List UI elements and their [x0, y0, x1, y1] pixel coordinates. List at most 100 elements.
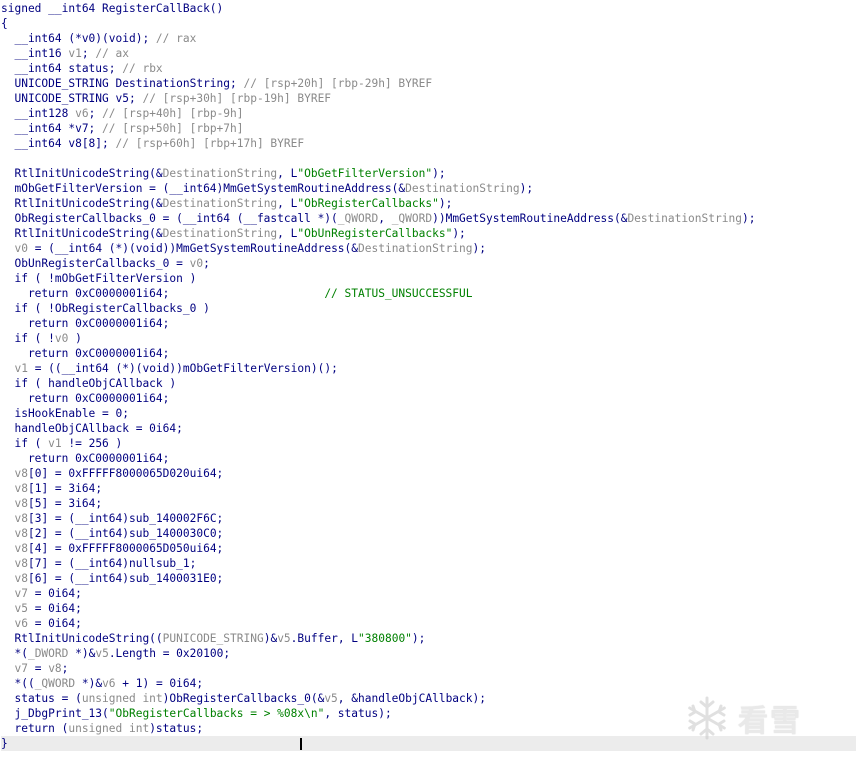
code-line[interactable]: if ( !mObGetFilterVersion )	[1, 271, 856, 286]
code-line[interactable]: v8[1] = 3i64;	[1, 481, 856, 496]
code-line[interactable]: return 0xC0000001i64;	[1, 391, 856, 406]
code-token: v8	[14, 512, 28, 525]
code-line[interactable]: ObUnRegisterCallbacks_0 = v0;	[1, 256, 856, 271]
code-line[interactable]: RtlInitUnicodeString(&DestinationString,…	[1, 226, 856, 241]
code-token: ))MmGetSystemRoutineAddress(&	[432, 212, 628, 225]
code-token: RtlInitUnicodeString(&	[1, 227, 163, 240]
code-line[interactable]: v8[3] = (__int64)sub_140002F6C;	[1, 511, 856, 526]
code-line[interactable]: if ( v1 != 256 )	[1, 436, 856, 451]
code-line[interactable]: RtlInitUnicodeString((PUNICODE_STRING)&v…	[1, 631, 856, 646]
code-token: UNICODE_STRING DestinationString;	[1, 77, 244, 90]
code-token: return 0xC0000001i64;	[1, 392, 170, 405]
code-line[interactable]: v6 = 0i64;	[1, 616, 856, 631]
code-line[interactable]: RtlInitUnicodeString(&DestinationString,…	[1, 166, 856, 181]
code-line[interactable]: return 0xC0000001i64;	[1, 316, 856, 331]
code-token: if ( handleObjCAllback )	[1, 377, 177, 390]
code-token: ObRegisterCallbacks_0 = (__int64 (__fast…	[1, 212, 338, 225]
code-token: );	[438, 197, 453, 210]
code-token: = 0i64;	[27, 587, 82, 600]
watermark-text: 看雪	[738, 704, 802, 739]
code-line[interactable]: return 0xC0000001i64; // STATUS_UNSUCCES…	[1, 286, 856, 301]
code-token: , status);	[324, 707, 392, 720]
code-line[interactable]: v7 = v8;	[1, 661, 856, 676]
code-token: return 0xC0000001i64;	[1, 317, 170, 330]
code-token: // [rsp+20h] [rbp-29h] BYREF	[243, 77, 433, 90]
code-token: [0] = 0xFFFFF8000065D020ui64;	[27, 467, 224, 480]
code-token: handleObjCAllback = 0i64;	[1, 422, 183, 435]
code-token: if ( !ObRegisterCallbacks_0 )	[1, 302, 210, 315]
code-token: v8	[14, 497, 28, 510]
code-token: "ObGetFilterVersion"	[297, 167, 433, 180]
code-line[interactable]: v8[7] = (__int64)nullsub_1;	[1, 556, 856, 571]
code-token: mObGetFilterVersion = (__int64)MmGetSyst…	[1, 182, 406, 195]
code-token: {	[1, 17, 8, 30]
code-token: }	[1, 737, 8, 750]
pseudocode-view[interactable]: signed __int64 RegisterCallBack() { __int…	[1, 1, 856, 751]
code-line[interactable]: v5 = 0i64;	[1, 601, 856, 616]
code-token: DestinationString	[627, 212, 742, 225]
code-token: // [rsp+40h] [rbp-9h]	[102, 107, 244, 120]
code-token: PUNICODE_STRING	[162, 632, 264, 645]
code-line[interactable]: v8[0] = 0xFFFFF8000065D020ui64;	[1, 466, 856, 481]
code-token: if ( !mObGetFilterVersion )	[1, 272, 197, 285]
code-line[interactable]	[1, 151, 856, 166]
code-token: v5	[95, 647, 109, 660]
code-line[interactable]: if ( handleObjCAllback )	[1, 376, 856, 391]
code-line[interactable]: v0 = (__int64 (*)(void))MmGetSystemRouti…	[1, 241, 856, 256]
code-line[interactable]: __int64 *v7; // [rsp+50h] [rbp+7h]	[1, 121, 856, 136]
code-line[interactable]: v8[2] = (__int64)sub_1400030C0;	[1, 526, 856, 541]
code-line[interactable]: *((_QWORD *)&v6 + 1) = 0i64;	[1, 676, 856, 691]
code-line[interactable]: if ( !ObRegisterCallbacks_0 )	[1, 301, 856, 316]
code-line[interactable]: v8[6] = (__int64)sub_1400031E0;	[1, 571, 856, 586]
code-line[interactable]: if ( !v0 )	[1, 331, 856, 346]
code-token: [4] = 0xFFFFF8000065D050ui64;	[27, 542, 224, 555]
code-line[interactable]: ObRegisterCallbacks_0 = (__int64 (__fast…	[1, 211, 856, 226]
code-line[interactable]: {	[1, 16, 856, 31]
code-line[interactable]: *(_DWORD *)&v5.Length = 0x20100;	[1, 646, 856, 661]
code-token: v6	[75, 107, 89, 120]
code-token: v7	[14, 587, 28, 600]
code-line[interactable]: __int64 v8[8]; // [rsp+60h] [rbp+17h] BY…	[1, 136, 856, 151]
code-token: DestinationString	[405, 182, 520, 195]
code-token: _QWORD	[34, 677, 76, 690]
code-token: UNICODE_STRING v5;	[1, 92, 143, 105]
code-token: "ObRegisterCallbacks = > %08x\n"	[108, 707, 325, 720]
code-token: + 1) = 0i64;	[115, 677, 204, 690]
code-line[interactable]: return 0xC0000001i64;	[1, 346, 856, 361]
code-line[interactable]: return 0xC0000001i64;	[1, 451, 856, 466]
code-token: .Buffer, L	[290, 632, 359, 645]
code-line[interactable]: handleObjCAllback = 0i64;	[1, 421, 856, 436]
code-token: );	[432, 167, 446, 180]
code-token: __int64 status;	[1, 62, 123, 75]
code-line[interactable]: isHookEnable = 0;	[1, 406, 856, 421]
code-line[interactable]: __int128 v6; // [rsp+40h] [rbp-9h]	[1, 106, 856, 121]
code-token: = 0i64;	[27, 602, 82, 615]
code-line[interactable]: __int64 status; // rbx	[1, 61, 856, 76]
code-line[interactable]: __int64 (*v0)(void); // rax	[1, 31, 856, 46]
code-token: *(	[1, 647, 28, 660]
code-line[interactable]: v8[4] = 0xFFFFF8000065D050ui64;	[1, 541, 856, 556]
code-token: RtlInitUnicodeString(&	[1, 167, 163, 180]
code-token: return (	[1, 722, 69, 735]
code-token: ;	[203, 257, 210, 270]
code-token: RtlInitUnicodeString((	[1, 632, 163, 645]
code-line[interactable]: v8[5] = 3i64;	[1, 496, 856, 511]
code-line[interactable]: RtlInitUnicodeString(&DestinationString,…	[1, 196, 856, 211]
code-line[interactable]: v1 = ((__int64 (*)(void))mObGetFilterVer…	[1, 361, 856, 376]
code-line[interactable]: mObGetFilterVersion = (__int64)MmGetSyst…	[1, 181, 856, 196]
code-token: _DWORD	[27, 647, 69, 660]
code-token: , L	[277, 167, 298, 180]
code-token: [1] = 3i64;	[27, 482, 103, 495]
code-line[interactable]: v7 = 0i64;	[1, 586, 856, 601]
code-line[interactable]: __int16 v1; // ax	[1, 46, 856, 61]
code-token: )	[68, 332, 82, 345]
code-token: v1	[48, 437, 62, 450]
kanxue-watermark: 看雪	[684, 692, 844, 744]
code-line[interactable]: signed __int64 RegisterCallBack()	[1, 1, 856, 16]
code-line[interactable]: UNICODE_STRING DestinationString; // [rs…	[1, 76, 856, 91]
code-line[interactable]: UNICODE_STRING v5; // [rsp+30h] [rbp-19h…	[1, 91, 856, 106]
code-token: // [rsp+30h] [rbp-19h] BYREF	[142, 92, 332, 105]
code-token: return 0xC0000001i64;	[1, 347, 170, 360]
